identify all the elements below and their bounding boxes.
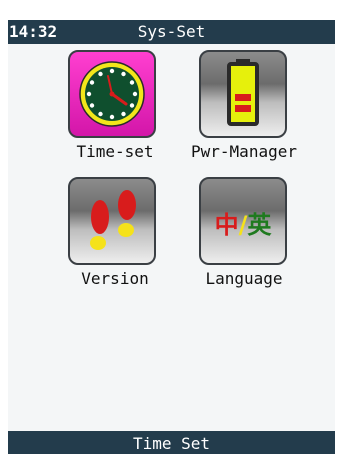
app-label-version: Version	[81, 269, 149, 288]
page-title: Sys-Set	[137, 22, 206, 41]
app-label-language: Language	[205, 269, 283, 288]
language-glyph-left: 中	[214, 211, 239, 239]
language-icon: 中/英	[201, 205, 285, 240]
softkey-label: Time Set	[132, 434, 211, 453]
language-tile[interactable]: 中/英	[199, 177, 287, 265]
softkey-bar[interactable]: Time Set	[8, 431, 335, 454]
footprints-icon	[90, 190, 136, 250]
version-tile[interactable]	[68, 177, 156, 265]
language-glyph-right: 英	[247, 211, 272, 239]
battery-icon	[227, 59, 259, 126]
time-set-tile[interactable]	[68, 50, 156, 138]
app-label-time-set: Time-set	[76, 142, 154, 161]
status-bar: 14:32 Sys-Set	[8, 20, 335, 44]
device-screen: 14:32 Sys-Set Time-set Pwr-Manager Versi…	[8, 20, 335, 454]
app-label-pwr-manager: Pwr-Manager	[191, 142, 297, 161]
pwr-manager-tile[interactable]	[199, 50, 287, 138]
clock-icon	[79, 61, 145, 127]
